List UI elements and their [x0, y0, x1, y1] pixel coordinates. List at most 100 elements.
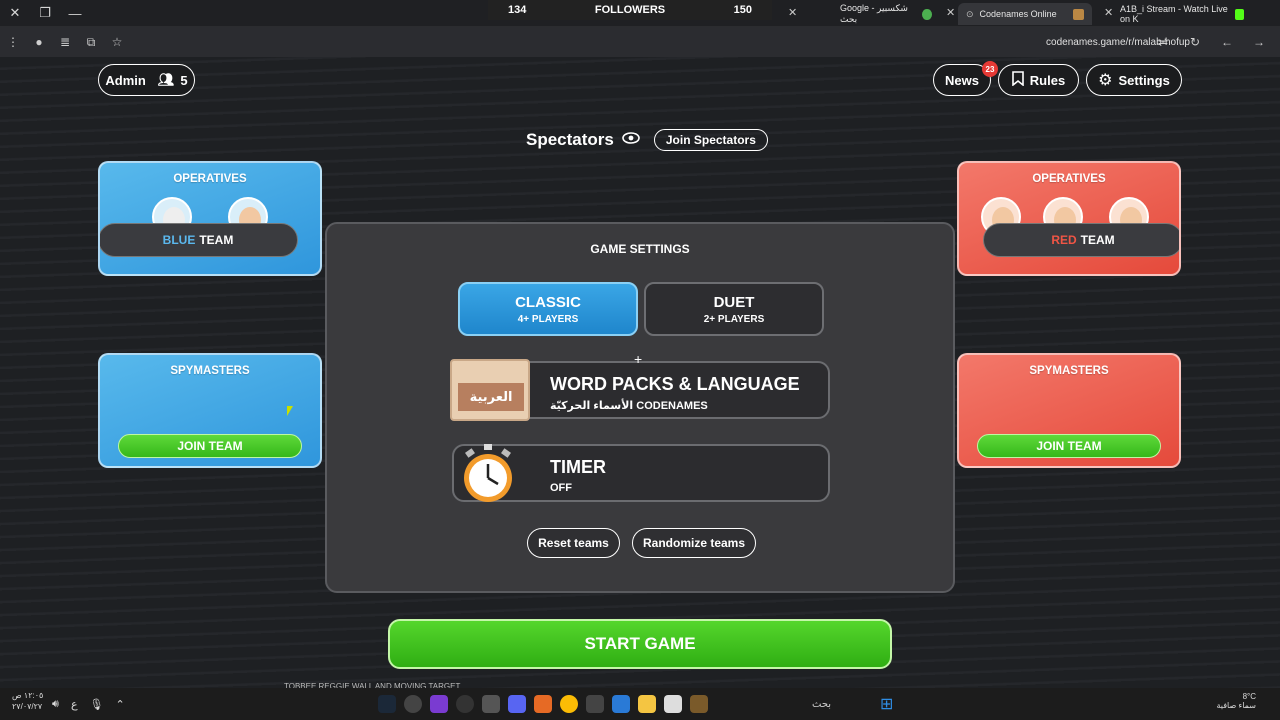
player-count: 5: [180, 72, 188, 88]
tab-label: A1B_i Stream - Watch Live on K: [1120, 4, 1228, 24]
bookmark-star-icon[interactable]: ☆: [104, 35, 130, 49]
news-badge: 23: [982, 61, 998, 77]
arc-app-icon[interactable]: [534, 695, 552, 713]
microphone-icon[interactable]: 🎙︎: [90, 698, 104, 711]
windows-start-icon[interactable]: ⊞: [880, 694, 893, 714]
spectators-bar: Spectators Join Spectators: [526, 129, 768, 151]
mouse-cursor-icon: [287, 406, 293, 416]
codenames-favicon-icon: ⊙: [966, 8, 974, 19]
steam-app-icon[interactable]: [378, 695, 396, 713]
profile-icon[interactable]: ●: [26, 35, 52, 49]
game-app-icon[interactable]: [690, 695, 708, 713]
timer-button[interactable]: TIMER OFF: [452, 444, 830, 502]
followers-left-count: 134: [508, 4, 527, 16]
weather-desc: سماء صافية: [1216, 701, 1256, 710]
mode-name: DUET: [713, 293, 755, 311]
game-settings-panel: GAME SETTINGS CLASSIC 4+ PLAYERS DUET 2+…: [325, 222, 955, 593]
store-app-icon[interactable]: [612, 695, 630, 713]
mode-players: 2+ PLAYERS: [703, 313, 765, 325]
team-word: TEAM: [199, 233, 234, 247]
taskbar-clock[interactable]: ١٢:٠٥ ص ٢٧/٠٧/٢٧: [12, 690, 43, 712]
language-book-icon: العربية: [450, 359, 530, 421]
weather-temp: 8°C: [1242, 692, 1256, 701]
close-window-icon[interactable]: ✕: [0, 5, 30, 21]
mode-players: 4+ PLAYERS: [517, 313, 579, 325]
reset-teams-button[interactable]: Reset teams: [527, 528, 620, 558]
language-icon-label: العربية: [458, 383, 524, 411]
weather-widget[interactable]: 8°C سماء صافية: [1216, 692, 1256, 710]
followers-right-count: 150: [733, 4, 752, 16]
settings-app-icon[interactable]: [586, 695, 604, 713]
google-favicon-icon: [922, 8, 932, 20]
red-team-label: RED TEAM: [983, 223, 1179, 257]
tab-google[interactable]: Google - شكسبير بحث: [832, 3, 940, 25]
site-settings-icon[interactable]: ⇌: [1150, 35, 1176, 49]
blue-spymaster-join-button[interactable]: JOIN TEAM: [118, 434, 302, 458]
address-bar: ⋮ ● ≣ ⧉ ☆ codenames.game/r/malab-hofup ⇌…: [0, 27, 1280, 57]
settings-label: Settings: [1118, 72, 1170, 88]
mode-classic-button[interactable]: CLASSIC 4+ PLAYERS: [458, 282, 638, 336]
tab-stream[interactable]: A1B_i Stream - Watch Live on K: [1112, 3, 1252, 25]
blue-operatives-panel: OPERATIVES BLUE TEAM: [98, 161, 322, 276]
chrome-app-icon[interactable]: [560, 695, 578, 713]
mode-name: CLASSIC: [515, 293, 581, 311]
join-spectators-button[interactable]: Join Spectators: [653, 129, 768, 151]
word-packs-button[interactable]: العربية WORD PACKS & LANGUAGE الأسماء ال…: [450, 359, 830, 421]
mode-duet-button[interactable]: DUET 2+ PLAYERS: [644, 282, 824, 336]
taskbar-search[interactable]: بحث: [812, 699, 831, 710]
close-tab-icon[interactable]: ✕: [946, 6, 955, 19]
restore-window-icon[interactable]: ❐: [30, 5, 60, 21]
word-packs-title: WORD PACKS & LANGUAGE: [550, 374, 800, 394]
admin-button[interactable]: Admin 👥︎ 5: [98, 64, 195, 96]
discord-app-icon[interactable]: [508, 695, 526, 713]
rules-button[interactable]: Rules: [998, 64, 1079, 96]
red-spymasters-panel: SPYMASTERS JOIN TEAM: [957, 353, 1181, 468]
eye-icon: [622, 131, 640, 149]
minimize-window-icon[interactable]: —: [60, 6, 90, 21]
notepad-app-icon[interactable]: [664, 695, 682, 713]
timer-title: TIMER: [550, 457, 606, 477]
keyboard-lang[interactable]: ع: [71, 698, 78, 711]
rules-label: Rules: [1029, 72, 1066, 88]
obs-app-icon[interactable]: [482, 695, 500, 713]
followers-overlay: 134 FOLLOWERS 150: [488, 0, 772, 20]
team-color-word: RED: [1051, 233, 1077, 247]
randomize-teams-button[interactable]: Randomize teams: [632, 528, 756, 558]
files-app-icon[interactable]: [638, 695, 656, 713]
tab-codenames[interactable]: ⊙ Codenames Online: [958, 3, 1092, 25]
close-tab-icon[interactable]: ✕: [788, 6, 797, 19]
kick-favicon-icon: [1234, 8, 1244, 20]
team-word: TEAM: [1080, 233, 1115, 247]
os-taskbar: ١٢:٠٥ ص ٢٧/٠٧/٢٧ 🔊︎ ع 🎙︎ ⌃ بحث ⊞ 8°C سما…: [0, 688, 1280, 720]
news-button[interactable]: News 23: [933, 61, 998, 96]
start-game-button[interactable]: START GAME: [388, 619, 892, 669]
followers-label: FOLLOWERS: [594, 4, 666, 16]
spectators-title: Spectators: [526, 130, 614, 149]
steelseries-app-icon[interactable]: [404, 695, 422, 713]
tab-label: Codenames Online: [979, 9, 1057, 19]
bookmark-icon: [1011, 71, 1024, 89]
blue-team-label: BLUE TEAM: [100, 223, 298, 257]
blue-operatives-title: OPERATIVES: [173, 173, 247, 185]
playlist-icon[interactable]: ≣: [52, 35, 78, 49]
tab-label: Google - شكسبير بحث: [840, 3, 908, 24]
settings-button[interactable]: ⚙ Settings: [1086, 64, 1182, 96]
forward-icon[interactable]: →: [1246, 35, 1272, 49]
stopwatch-icon: [458, 444, 518, 504]
github-app-icon[interactable]: [456, 695, 474, 713]
team-color-word: BLUE: [162, 233, 196, 247]
gear-icon: ⚙: [1098, 72, 1113, 89]
chevron-up-icon[interactable]: ⌃: [115, 698, 124, 711]
game-settings-title: GAME SETTINGS: [590, 242, 690, 256]
news-label: News: [945, 72, 979, 88]
back-icon[interactable]: ←: [1214, 35, 1240, 49]
blue-spymasters-title: SPYMASTERS: [170, 365, 250, 377]
extensions-icon[interactable]: ⧉: [78, 35, 104, 50]
reload-icon[interactable]: ↻: [1182, 35, 1208, 49]
red-spymaster-join-button[interactable]: JOIN TEAM: [977, 434, 1161, 458]
red-operatives-title: OPERATIVES: [1032, 173, 1106, 185]
menu-dots-icon[interactable]: ⋮: [0, 35, 26, 49]
controller-app-icon[interactable]: [430, 695, 448, 713]
volume-icon[interactable]: 🔊︎: [52, 698, 59, 711]
admin-label: Admin: [105, 72, 146, 88]
